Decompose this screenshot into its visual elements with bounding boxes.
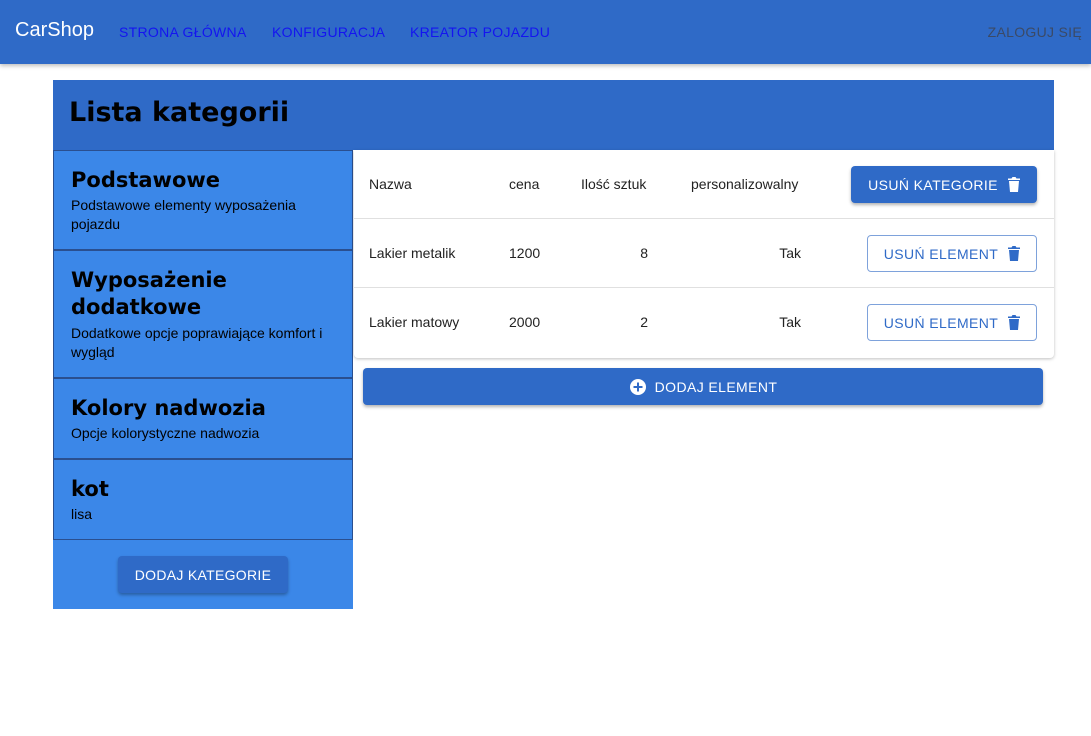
elements-table: Nazwa cena Ilość sztuk personalizowalny … xyxy=(354,150,1054,358)
element-qty: 8 xyxy=(640,245,648,261)
sidebar-item-kot[interactable]: kot lisa xyxy=(53,459,353,540)
nav-configuration[interactable]: KONFIGURACJA xyxy=(272,24,385,40)
element-qty: 2 xyxy=(640,314,648,330)
app-bar: CarShop STRONA GŁÓWNA KONFIGURACJA KREAT… xyxy=(0,0,1091,64)
table-row: Lakier metalik 1200 8 Tak USUŃ ELEMENT xyxy=(354,219,1054,288)
sidebar-item-wyposazenie-dodatkowe[interactable]: Wyposażenie dodatkowe Dodatkowe opcje po… xyxy=(53,250,353,378)
category-sidebar: Podstawowe Podstawowe elementy wyposażen… xyxy=(53,150,353,609)
element-price: 1200 xyxy=(509,245,541,261)
category-name: Wyposażenie dodatkowe xyxy=(71,268,227,319)
category-name: Podstawowe xyxy=(71,168,221,192)
delete-element-button[interactable]: USUŃ ELEMENT xyxy=(867,304,1037,341)
add-element-label: DODAJ ELEMENT xyxy=(654,378,778,395)
category-description: Dodatkowe opcje poprawiające komfort i w… xyxy=(71,325,323,360)
category-description: Opcje kolorystyczne nadwozia xyxy=(71,425,260,441)
category-name: Kolory nadwozia xyxy=(71,396,266,420)
table-header-row: Nazwa cena Ilość sztuk personalizowalny … xyxy=(354,150,1054,219)
sidebar-item-kolory-nadwozia[interactable]: Kolory nadwozia Opcje kolorystyczne nadw… xyxy=(53,378,353,459)
trash-icon xyxy=(1008,315,1021,330)
sidebar-item-podstawowe[interactable]: Podstawowe Podstawowe elementy wyposażen… xyxy=(53,150,353,250)
delete-element-button[interactable]: USUŃ ELEMENT xyxy=(867,235,1037,272)
element-name: Lakier matowy xyxy=(369,314,460,330)
add-category-button[interactable]: DODAJ KATEGORIE xyxy=(118,556,288,593)
trash-icon xyxy=(1007,177,1020,192)
column-header-price: cena xyxy=(509,176,540,192)
delete-element-label: USUŃ ELEMENT xyxy=(883,245,999,262)
add-element-button[interactable]: DODAJ ELEMENT xyxy=(363,368,1043,405)
trash-icon xyxy=(1008,246,1021,261)
column-header-qty: Ilość sztuk xyxy=(581,176,647,192)
delete-element-label: USUŃ ELEMENT xyxy=(883,314,999,331)
nav-vehicle-creator[interactable]: KREATOR POJAZDU xyxy=(410,24,550,40)
delete-category-button[interactable]: USUŃ KATEGORIE xyxy=(851,166,1037,203)
element-price: 2000 xyxy=(509,314,541,330)
nav-home[interactable]: STRONA GŁÓWNA xyxy=(119,24,247,40)
delete-category-label: USUŃ KATEGORIE xyxy=(868,176,998,193)
login-button[interactable]: ZALOGUJ SIĘ xyxy=(988,24,1082,40)
element-custom: Tak xyxy=(779,314,801,330)
table-row: Lakier matowy 2000 2 Tak USUŃ ELEMENT xyxy=(354,288,1054,357)
element-name: Lakier metalik xyxy=(369,245,456,261)
category-description: Podstawowe elementy wyposażenia pojazdu xyxy=(71,197,296,232)
category-description: lisa xyxy=(71,506,93,522)
column-header-custom: personalizowalny xyxy=(691,176,799,192)
plus-circle-icon xyxy=(629,378,647,396)
page-title: Lista kategorii xyxy=(69,97,290,128)
panel-header: Lista kategorii xyxy=(53,80,1054,150)
category-panel: Lista kategorii Podstawowe Podstawowe el… xyxy=(53,80,1054,609)
category-name: kot xyxy=(71,477,109,501)
column-header-name: Nazwa xyxy=(369,176,412,192)
brand-logo[interactable]: CarShop xyxy=(15,19,94,42)
element-custom: Tak xyxy=(779,245,801,261)
